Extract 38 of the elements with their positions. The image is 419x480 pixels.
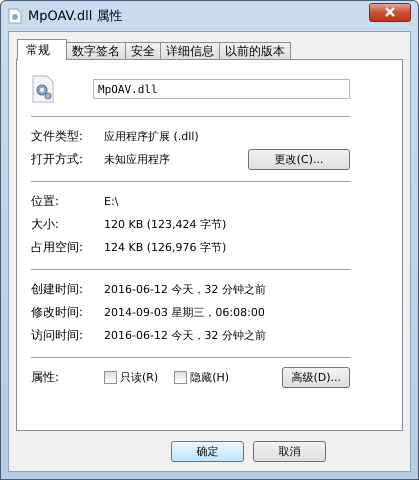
property-label: 大小: <box>31 216 60 233</box>
property-value: E:\ <box>104 195 120 208</box>
tab[interactable]: 安全 <box>125 42 161 60</box>
property-label: 文件类型: <box>31 128 84 145</box>
checkbox-label: 隐藏(H) <box>190 370 230 385</box>
property-value: 120 KB (123,424 字节) <box>104 217 228 232</box>
tab[interactable]: 数字签名 <box>66 42 126 60</box>
checkbox-box[interactable] <box>104 371 117 384</box>
tab[interactable]: 以前的版本 <box>219 42 291 60</box>
checkbox[interactable]: 只读(R) <box>104 370 158 385</box>
checkbox[interactable]: 隐藏(H) <box>174 370 230 385</box>
dialog-button[interactable]: 确定 <box>171 440 244 462</box>
property-value: 124 KB (126,976 字节) <box>104 240 228 255</box>
property-label: 打开方式: <box>31 151 84 168</box>
file-name-field[interactable]: MpOAV.dll <box>93 79 350 99</box>
close-button[interactable] <box>369 2 411 22</box>
property-label: 占用空间: <box>31 239 84 256</box>
property-label: 创建时间: <box>31 281 84 298</box>
property-value: 应用程序扩展 (.dll) <box>104 129 200 144</box>
tab[interactable]: 常规 <box>17 39 67 60</box>
tab[interactable]: 详细信息 <box>160 42 220 60</box>
property-value: 2014-09-03 星期三，06:08:00 <box>104 305 266 320</box>
settings-file-icon <box>31 75 55 103</box>
window-title: MpOAV.dll 属性 <box>28 8 124 25</box>
property-value: 2016-06-12 今天，32 分钟之前 <box>104 282 267 297</box>
property-value: 未知应用程序 <box>104 152 171 167</box>
dialog-button[interactable]: 取消 <box>253 440 326 462</box>
close-icon <box>384 7 396 17</box>
property-label: 修改时间: <box>31 304 84 321</box>
property-value: 2016-06-12 今天，32 分钟之前 <box>104 328 267 343</box>
property-label: 位置: <box>31 193 60 210</box>
property-label: 访问时间: <box>31 327 84 344</box>
advanced-button[interactable]: 高级(D)... <box>282 367 350 388</box>
change-button[interactable]: 更改(C)... <box>248 149 350 170</box>
attributes-label: 属性: <box>31 369 60 386</box>
checkbox-box[interactable] <box>174 371 188 384</box>
file-icon <box>8 8 22 24</box>
checkbox-label: 只读(R) <box>120 370 158 385</box>
